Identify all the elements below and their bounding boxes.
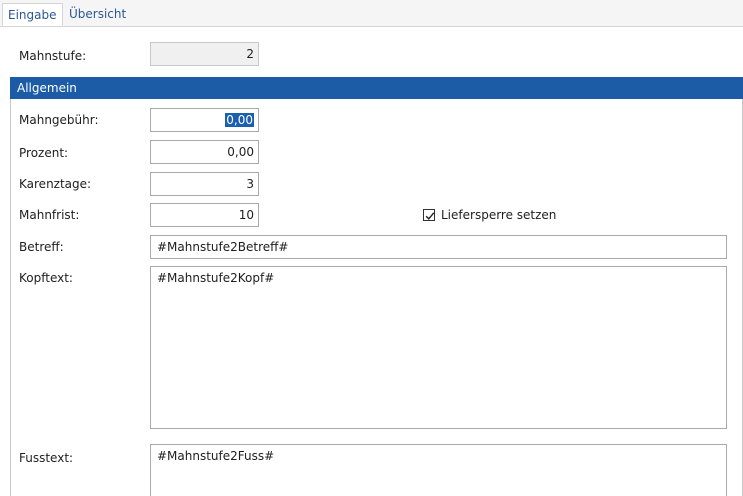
- mahnfrist-label: Mahnfrist:: [19, 208, 80, 222]
- kopftext-textarea[interactable]: #Mahnstufe2Kopf#: [150, 266, 727, 429]
- betreff-field[interactable]: #Mahnstufe2Betreff#: [150, 235, 727, 259]
- mahngebuehr-label: Mahngebühr:: [19, 113, 99, 127]
- tab-bar: Eingabe Übersicht: [0, 0, 743, 27]
- fusstext-label: Fusstext:: [19, 451, 74, 465]
- mahnstufe-field: 2: [150, 42, 259, 66]
- kopftext-label: Kopftext:: [19, 271, 73, 285]
- prozent-field[interactable]: 0,00: [150, 140, 259, 164]
- prozent-label: Prozent:: [19, 146, 69, 160]
- allgemein-group-header: Allgemein: [10, 77, 743, 99]
- fusstext-textarea[interactable]: #Mahnstufe2Fuss#: [150, 444, 727, 496]
- betreff-label: Betreff:: [19, 240, 64, 254]
- liefersperre-checkbox[interactable]: [423, 209, 435, 221]
- karenztage-label: Karenztage:: [19, 177, 92, 191]
- mahnstufe-label: Mahnstufe:: [19, 49, 87, 63]
- liefersperre-option[interactable]: Liefersperre setzen: [423, 207, 556, 223]
- karenztage-field[interactable]: 3: [150, 172, 259, 196]
- tab-uebersicht[interactable]: Übersicht: [64, 3, 131, 26]
- mahnfrist-field[interactable]: 10: [150, 203, 259, 227]
- tab-eingabe[interactable]: Eingabe: [2, 3, 63, 26]
- mahngebuehr-field[interactable]: 0,00: [150, 108, 259, 132]
- liefersperre-label[interactable]: Liefersperre setzen: [441, 208, 556, 222]
- checkmark-icon: [425, 212, 435, 220]
- mahngebuehr-value: 0,00: [225, 113, 254, 127]
